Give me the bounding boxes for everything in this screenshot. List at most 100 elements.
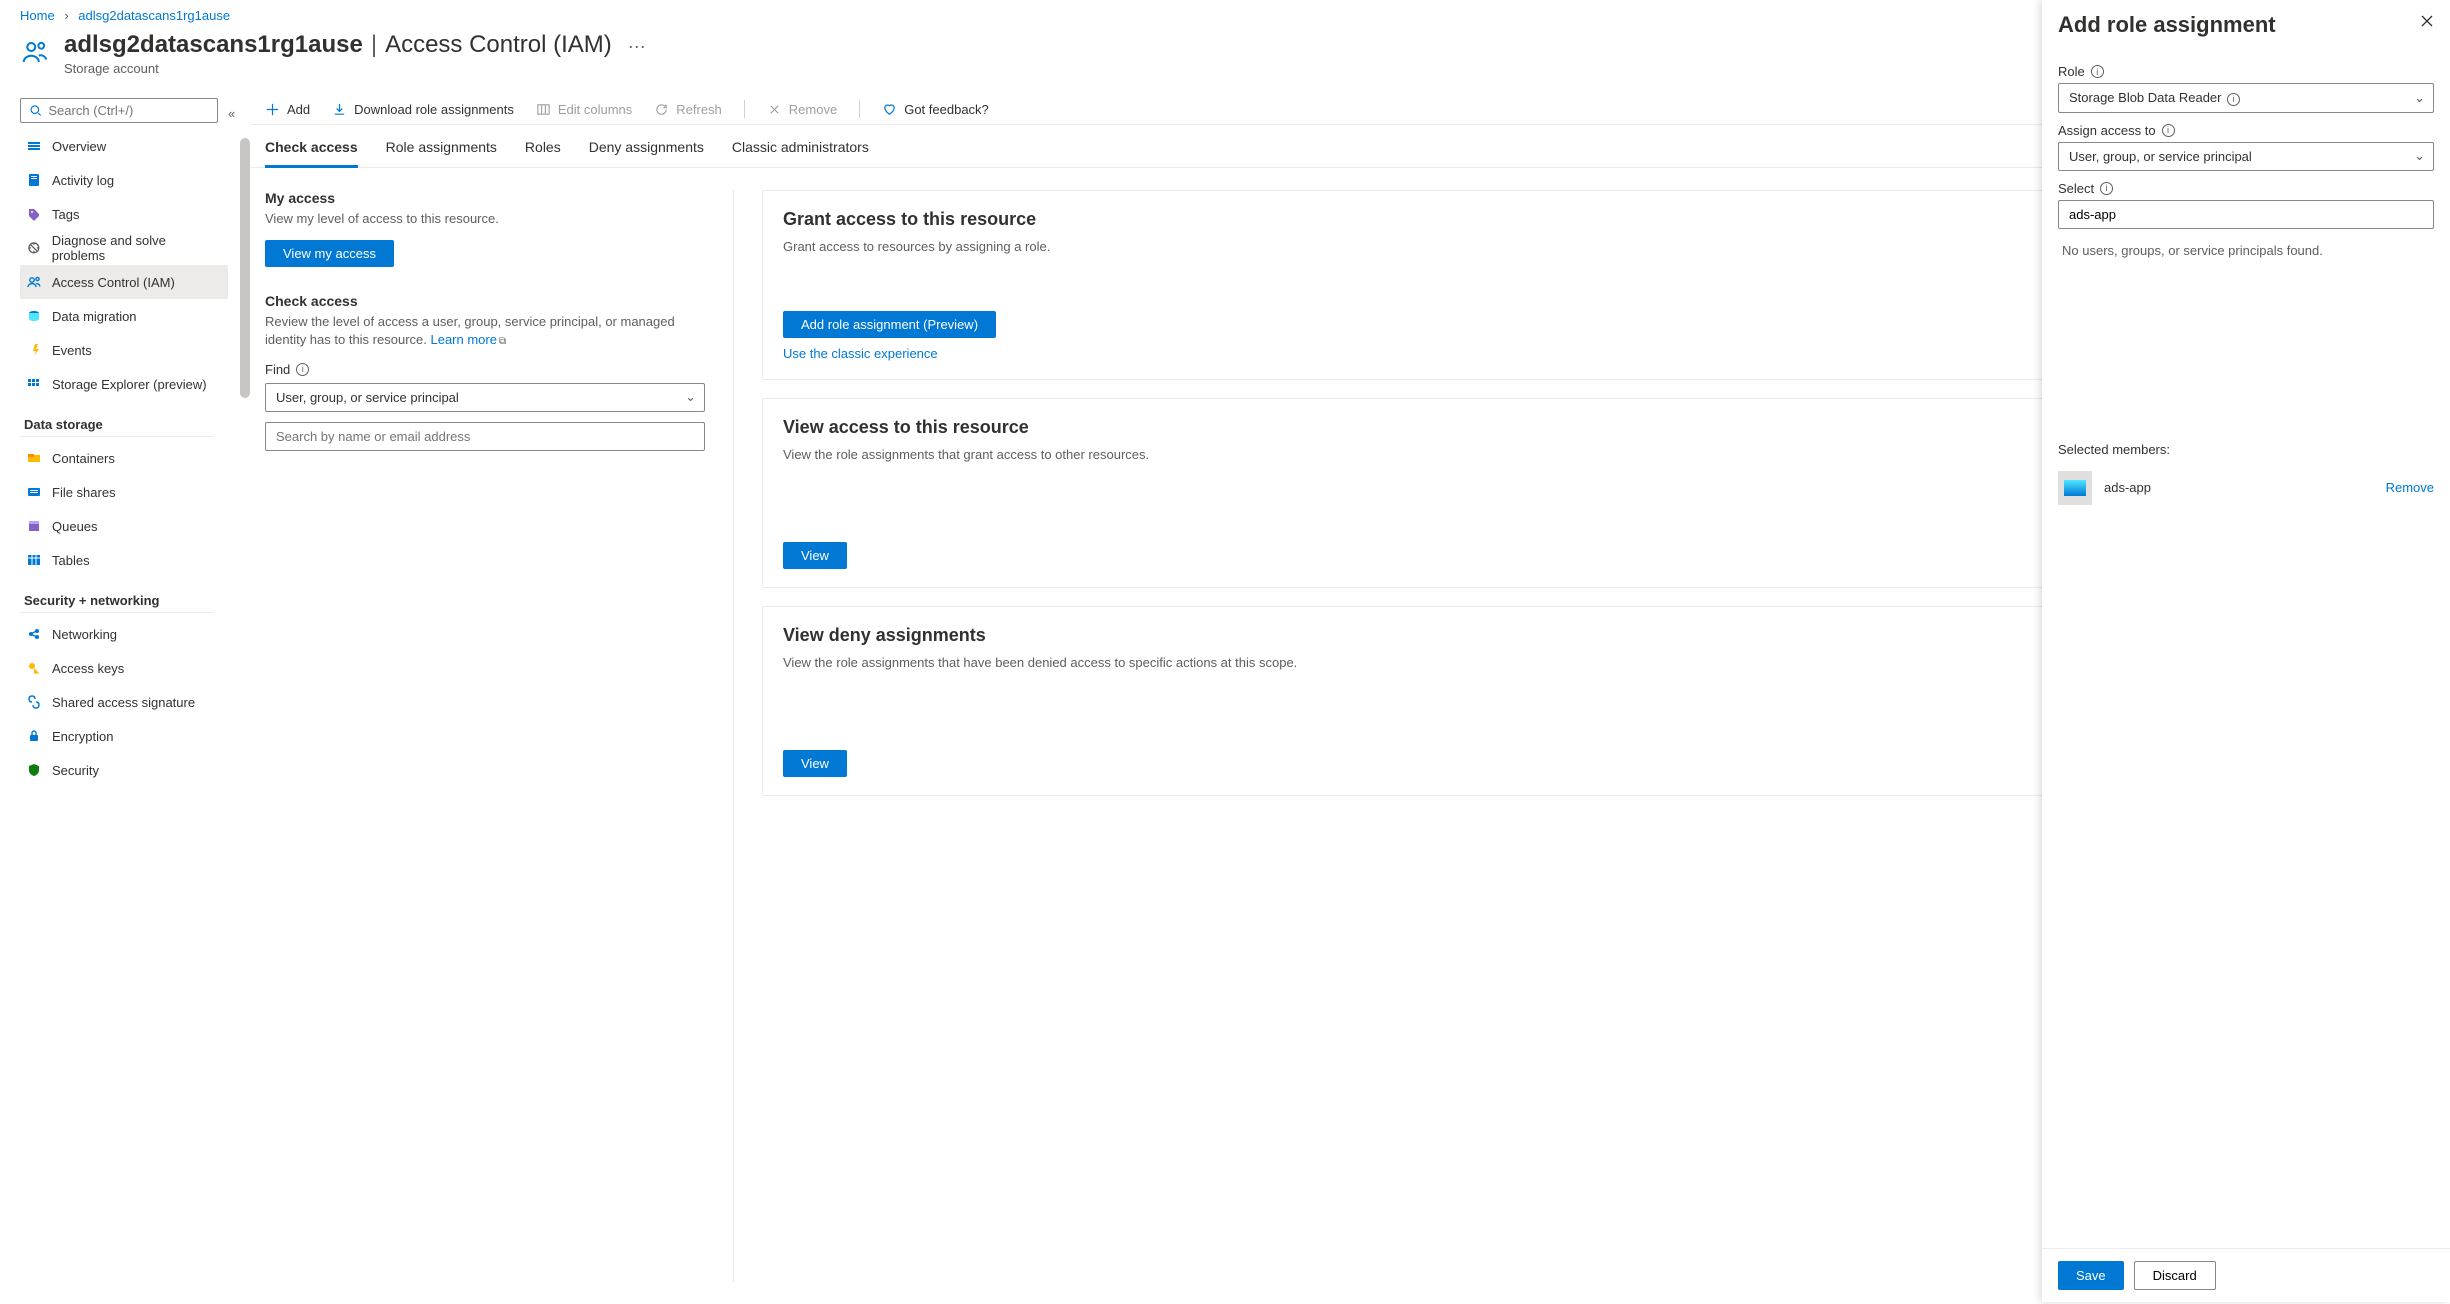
- learn-more-link[interactable]: Learn more: [430, 332, 496, 347]
- cmd-edit-columns[interactable]: Edit columns: [536, 102, 632, 117]
- sidebar-item-events[interactable]: Events: [20, 333, 228, 367]
- sidebar-item-diagnose-and-solve-problems[interactable]: Diagnose and solve problems: [20, 231, 228, 265]
- find-search-input[interactable]: [265, 422, 705, 451]
- tab-classic-admins[interactable]: Classic administrators: [732, 139, 869, 167]
- nav-icon: [26, 484, 42, 500]
- selected-member-row: ads-app Remove: [2058, 471, 2434, 505]
- sidebar-item-label: Storage Explorer (preview): [52, 377, 207, 392]
- sidebar-item-encryption[interactable]: Encryption: [20, 719, 228, 753]
- sidebar-item-label: Shared access signature: [52, 695, 195, 710]
- member-name: ads-app: [2104, 480, 2151, 495]
- add-role-assignment-preview-button[interactable]: Add role assignment (Preview): [783, 311, 996, 338]
- sidebar-item-label: Tables: [52, 553, 90, 568]
- sidebar-item-queues[interactable]: Queues: [20, 509, 228, 543]
- remove-member-link[interactable]: Remove: [2386, 480, 2434, 495]
- sidebar-item-overview[interactable]: Overview: [20, 129, 228, 163]
- scrollbar[interactable]: [240, 138, 250, 398]
- nav-icon: [26, 274, 42, 290]
- collapse-sidebar-button[interactable]: «: [228, 106, 235, 121]
- group-data-storage: Data storage: [24, 417, 228, 432]
- external-icon: ⧉: [499, 336, 506, 347]
- sidebar-item-security[interactable]: Security: [20, 753, 228, 787]
- cmd-add[interactable]: Add: [265, 102, 310, 117]
- sidebar-item-data-migration[interactable]: Data migration: [20, 299, 228, 333]
- no-results-text: No users, groups, or service principals …: [2058, 229, 2434, 272]
- people-icon: [20, 37, 50, 67]
- page-title: Access Control (IAM): [385, 31, 612, 59]
- selected-members-label: Selected members:: [2058, 442, 2434, 457]
- sidebar-item-containers[interactable]: Containers: [20, 441, 228, 475]
- sidebar: OverviewActivity log Tags Diagnose and sol…: [0, 94, 250, 1304]
- view-button[interactable]: View: [783, 750, 847, 777]
- check-access-column: My access View my level of access to thi…: [265, 190, 705, 1282]
- sidebar-search[interactable]: [20, 98, 218, 123]
- info-icon[interactable]: i: [2100, 182, 2113, 195]
- divider: [20, 436, 214, 437]
- sidebar-item-file-shares[interactable]: File shares: [20, 475, 228, 509]
- info-icon[interactable]: i: [2091, 65, 2104, 78]
- info-icon[interactable]: i: [296, 363, 309, 376]
- sidebar-item-label: Queues: [52, 519, 98, 534]
- sidebar-item-label: Security: [52, 763, 99, 778]
- chevron-down-icon: ⌄: [685, 389, 696, 405]
- more-button[interactable]: ···: [628, 36, 646, 57]
- sidebar-item-label: Access keys: [52, 661, 124, 676]
- info-icon[interactable]: i: [2162, 124, 2175, 137]
- my-access-desc: View my level of access to this resource…: [265, 210, 705, 228]
- search-icon: [29, 103, 42, 118]
- role-dropdown[interactable]: Storage Blob Data Reader i ⌄: [2058, 83, 2434, 113]
- assign-access-dropdown[interactable]: User, group, or service principal ⌄: [2058, 142, 2434, 171]
- nav-icon: [26, 138, 42, 154]
- sidebar-item-activity-log[interactable]: Activity log: [20, 163, 228, 197]
- sidebar-item-access-keys[interactable]: Access keys: [20, 651, 228, 685]
- tab-roles[interactable]: Roles: [525, 139, 561, 167]
- sidebar-item-storage-explorer-preview-[interactable]: Storage Explorer (preview): [20, 367, 228, 401]
- cmd-feedback[interactable]: Got feedback?: [882, 102, 989, 117]
- nav-icon: [26, 206, 42, 222]
- find-type-dropdown[interactable]: User, group, or service principal ⌄: [265, 383, 705, 412]
- sidebar-item-tables[interactable]: Tables: [20, 543, 228, 577]
- add-role-assignment-blade: Add role assignment Role i Storage Blob …: [2042, 0, 2450, 1302]
- nav-icon: [26, 518, 42, 534]
- tab-deny-assignments[interactable]: Deny assignments: [589, 139, 704, 167]
- select-input[interactable]: [2058, 200, 2434, 229]
- sidebar-item-label: Containers: [52, 451, 115, 466]
- info-icon[interactable]: i: [2227, 93, 2240, 106]
- sidebar-search-input[interactable]: [48, 103, 209, 118]
- nav-icon: [26, 552, 42, 568]
- view-my-access-button[interactable]: View my access: [265, 240, 394, 267]
- divider: [733, 190, 734, 1282]
- breadcrumb-sep: ›: [64, 8, 68, 23]
- view-button[interactable]: View: [783, 542, 847, 569]
- use-classic-link[interactable]: Use the classic experience: [783, 346, 996, 361]
- check-access-title: Check access: [265, 293, 705, 309]
- sidebar-item-label: Tags: [52, 207, 79, 222]
- breadcrumb-home[interactable]: Home: [20, 8, 55, 23]
- breadcrumb-resource[interactable]: adlsg2datascans1rg1ause: [78, 8, 230, 23]
- tab-check-access[interactable]: Check access: [265, 139, 358, 168]
- nav-icon: [26, 172, 42, 188]
- sidebar-item-tags[interactable]: Tags: [20, 197, 228, 231]
- heart-icon: [882, 102, 897, 117]
- my-access-title: My access: [265, 190, 705, 206]
- sidebar-item-networking[interactable]: Networking: [20, 617, 228, 651]
- discard-button[interactable]: Discard: [2134, 1261, 2216, 1290]
- plus-icon: [265, 102, 280, 117]
- close-button[interactable]: [2420, 12, 2434, 33]
- sidebar-item-label: Events: [52, 343, 92, 358]
- sidebar-item-shared-access-signature[interactable]: Shared access signature: [20, 685, 228, 719]
- sidebar-item-label: Diagnose and solve problems: [52, 233, 220, 263]
- close-icon: [2420, 14, 2434, 28]
- cmd-refresh[interactable]: Refresh: [654, 102, 722, 117]
- cmd-remove[interactable]: Remove: [767, 102, 837, 117]
- chevron-down-icon: ⌄: [2414, 90, 2425, 106]
- save-button[interactable]: Save: [2058, 1261, 2124, 1290]
- nav-icon: [26, 728, 42, 744]
- divider: [20, 612, 214, 613]
- nav-icon: [26, 626, 42, 642]
- nav-icon: [26, 694, 42, 710]
- tab-role-assignments[interactable]: Role assignments: [386, 139, 497, 167]
- find-label: Find i: [265, 362, 705, 377]
- cmd-download[interactable]: Download role assignments: [332, 102, 514, 117]
- sidebar-item-access-control-iam-[interactable]: Access Control (IAM): [20, 265, 228, 299]
